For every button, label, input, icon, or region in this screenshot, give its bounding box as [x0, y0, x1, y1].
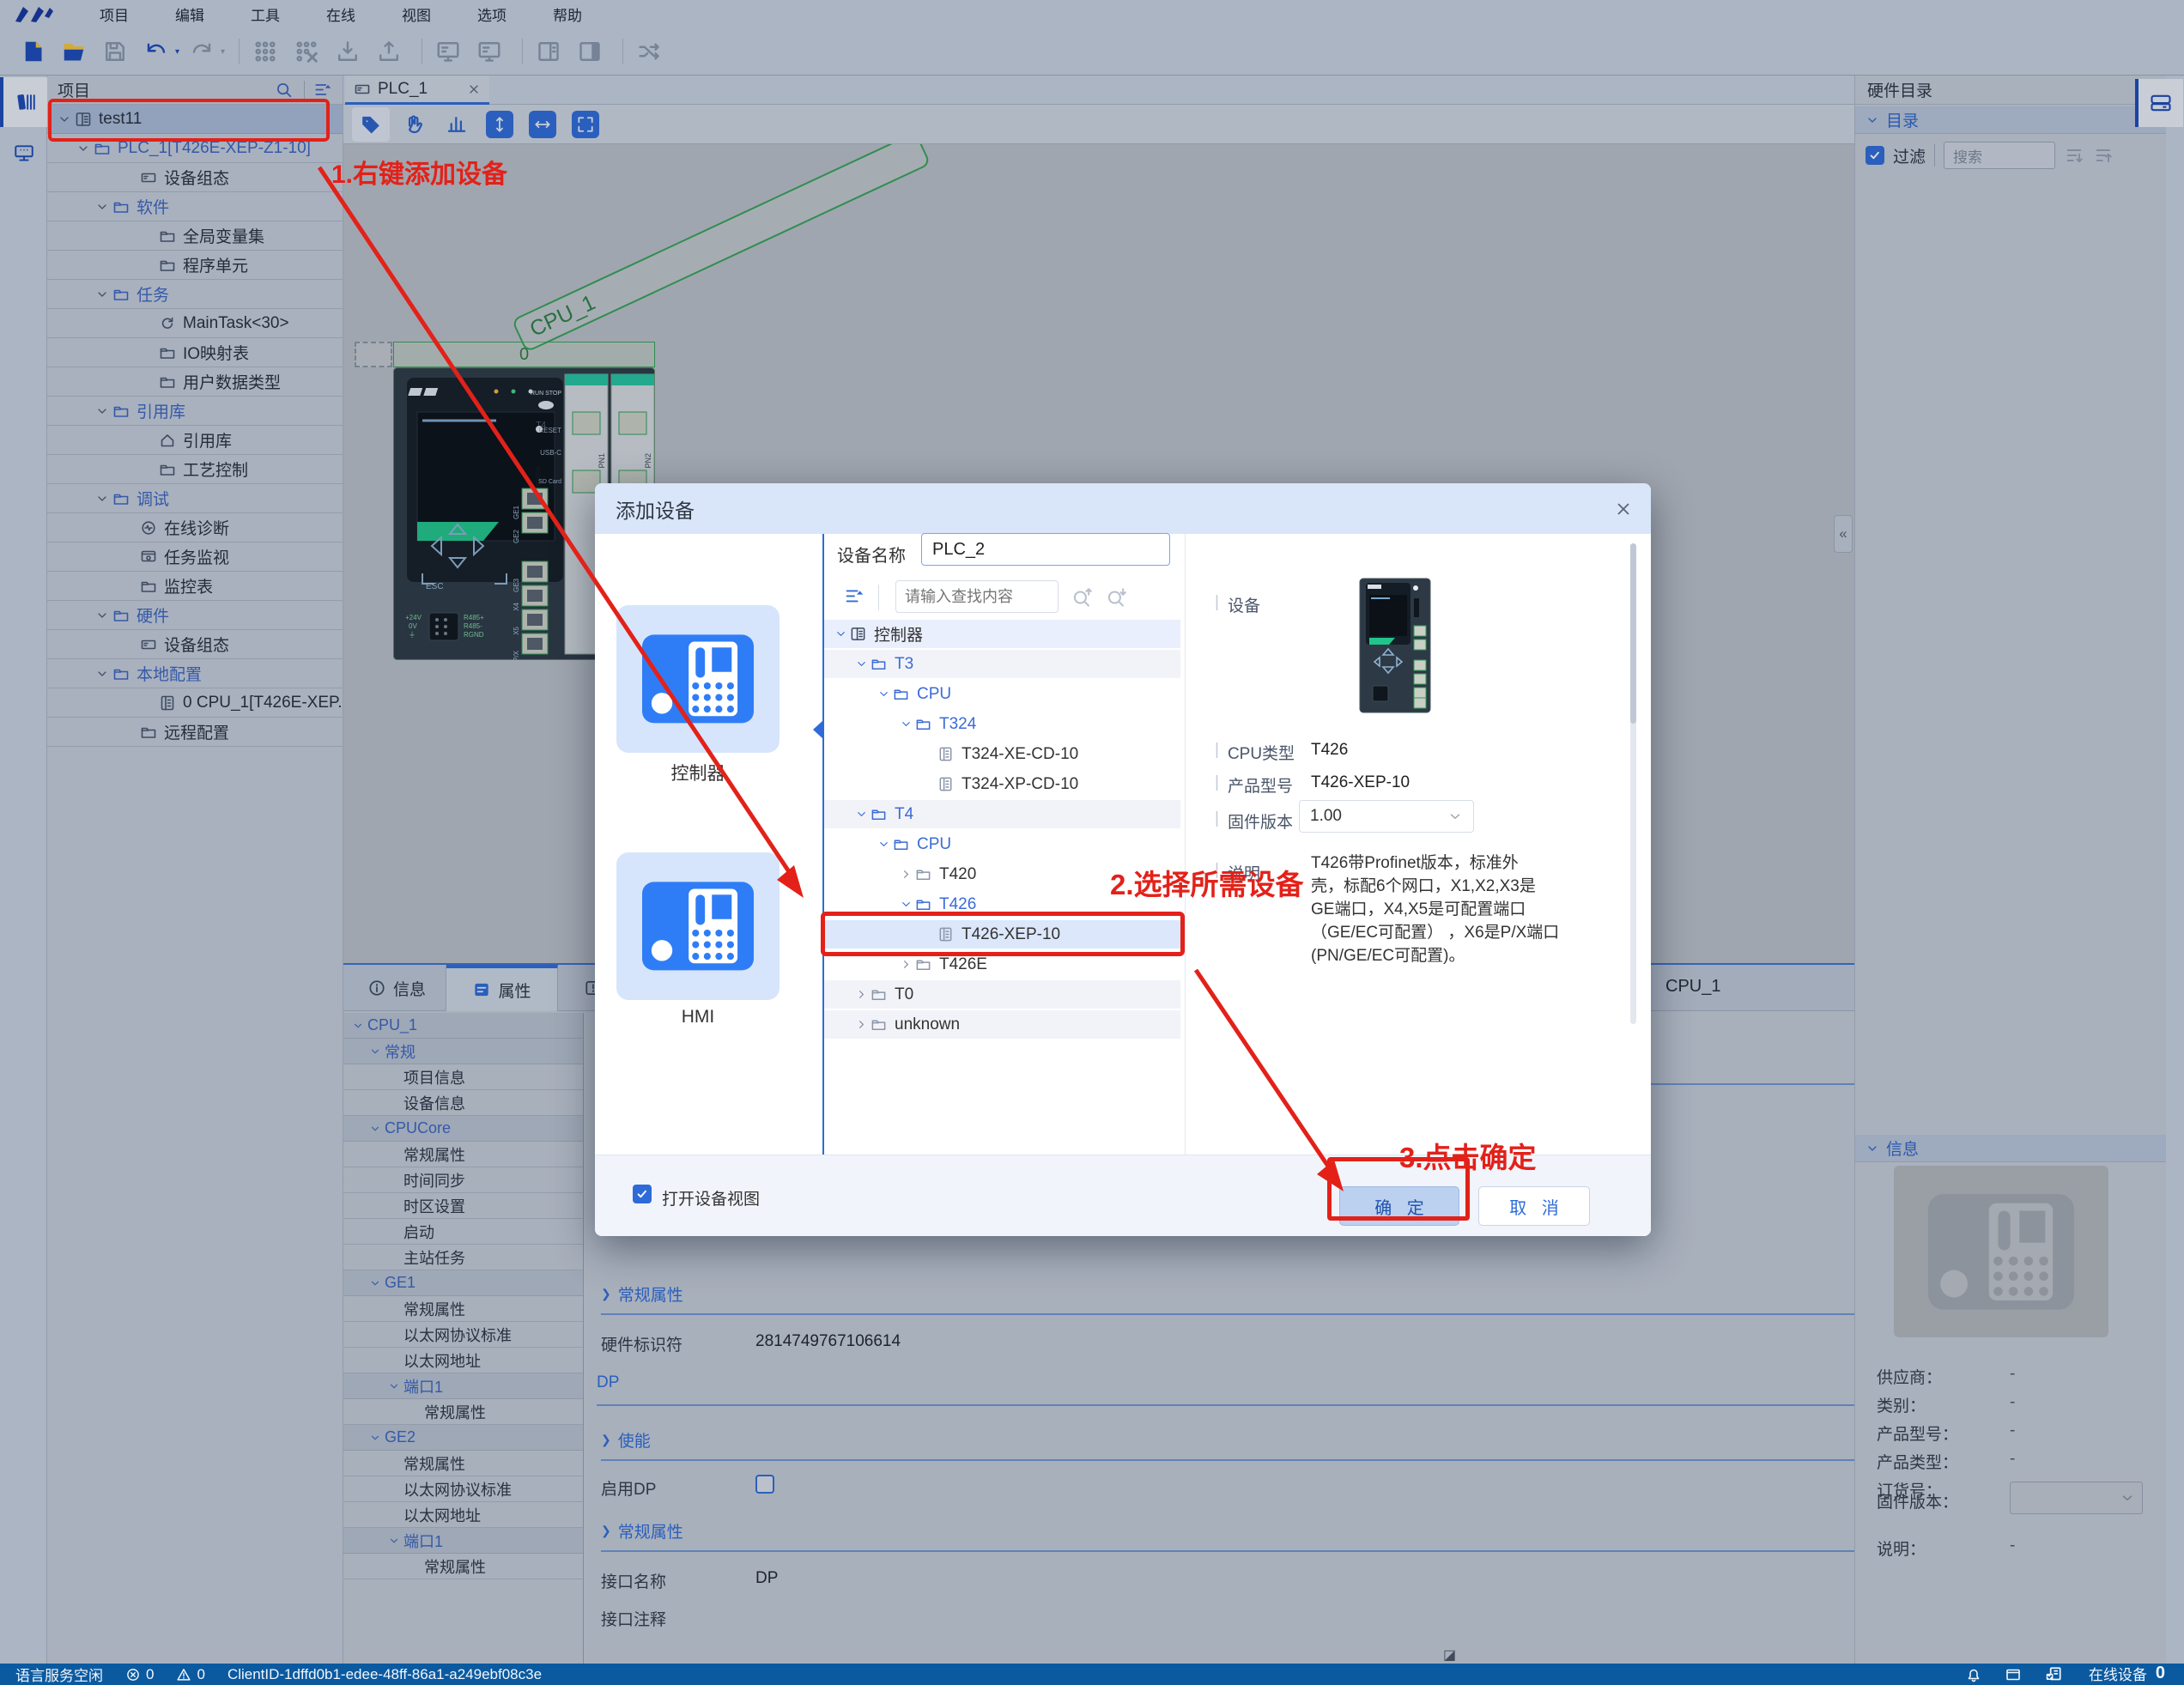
search-up-icon[interactable] — [1071, 586, 1094, 609]
folder-icon — [916, 870, 931, 880]
device-preview-image — [1359, 578, 1431, 713]
language-service-status: 语言服务空闲 — [15, 1668, 103, 1684]
device-description: T426带Profinet版本，标准外 壳，标配6个网口，X1,X2,X3是 GE端… — [1311, 854, 1560, 965]
dialog-footer: 打开设备视图 确 定 取 消 — [595, 1155, 1651, 1236]
errors-icon — [125, 1667, 141, 1682]
online-devices-label: 在线设备 — [2088, 1666, 2147, 1683]
device-icon — [939, 927, 952, 942]
caret-icon[interactable] — [877, 688, 890, 700]
desc-label: 说明 — [1227, 865, 1260, 883]
warnings-count: 0 — [197, 1665, 205, 1682]
close-dialog-icon[interactable] — [1614, 500, 1633, 518]
app-window: 项目 编辑 工具 在线 视图 选项 帮助 ▾ ▾ 项目 test11 PLC_1[T426E-X… — [0, 0, 2184, 1685]
dialog-scrollbar[interactable] — [1630, 543, 1636, 1024]
cpu-type-value: T426 — [1311, 741, 1349, 759]
catalog-item-T420[interactable]: T420 — [824, 860, 1180, 888]
open-device-view-checkbox[interactable] — [633, 1185, 652, 1203]
online-devices-icon[interactable] — [2044, 1665, 2063, 1684]
status-bar: 语言服务空闲 0 0 ClientID-1dffd0b1-edee-48ff-8… — [0, 1664, 2184, 1685]
firmware-version-select[interactable]: 1.00 — [1299, 800, 1474, 833]
search-down-icon[interactable] — [1106, 586, 1128, 609]
caret-icon[interactable] — [855, 808, 868, 821]
sort-icon[interactable] — [844, 586, 864, 607]
folder-icon — [916, 900, 931, 910]
folder-icon — [916, 960, 931, 970]
plc-icon — [851, 627, 865, 640]
device-icon — [939, 747, 952, 761]
folder-icon — [894, 839, 908, 850]
ok-button[interactable]: 确 定 — [1339, 1186, 1459, 1226]
device-check-icon[interactable] — [2044, 1665, 2063, 1684]
notifications-icon[interactable] — [1965, 1666, 1982, 1683]
catalog-item-控制器[interactable]: 控制器 — [824, 620, 1180, 648]
caret-icon[interactable] — [855, 1018, 868, 1031]
caret-icon[interactable] — [855, 988, 868, 1001]
cpu-type-label: CPU类型 — [1227, 745, 1295, 763]
warning-icon — [177, 1668, 191, 1681]
folder-icon — [871, 1020, 886, 1030]
folder-icon — [871, 659, 886, 670]
online-devices-count: 0 — [2155, 1663, 2165, 1682]
folder-icon — [916, 719, 931, 730]
client-id: ClientID-1dffd0b1-edee-48ff-86a1-a249ebf… — [227, 1665, 543, 1682]
caret-icon[interactable] — [900, 958, 913, 971]
dialog-search-input[interactable] — [895, 580, 1059, 613]
warnings-icon — [176, 1667, 191, 1682]
device-catalog-tree: 控制器 T3 CPU T324 T324-XE-CD-10 T324-XP-CD-10 T4… — [824, 620, 1180, 1042]
online-devices[interactable]: 在线设备 0 — [2084, 1663, 2169, 1685]
error-icon — [127, 1668, 139, 1681]
folder-icon — [871, 990, 886, 1000]
catalog-item-T324-XP-CD-10[interactable]: T324-XP-CD-10 — [824, 770, 1180, 798]
caret-icon[interactable] — [900, 718, 913, 730]
errors-count: 0 — [146, 1665, 155, 1682]
caret-icon[interactable] — [900, 898, 913, 911]
search-down-icon[interactable] — [1106, 586, 1128, 609]
catalog-item-T324-XE-CD-10[interactable]: T324-XE-CD-10 — [824, 740, 1180, 768]
catalog-item-unknown[interactable]: unknown — [824, 1010, 1180, 1039]
category-hmi-label: HMI — [681, 1007, 715, 1027]
bell-icon[interactable] — [1965, 1666, 1982, 1683]
catalog-item-T324[interactable]: T324 — [824, 710, 1180, 738]
caret-icon[interactable] — [877, 838, 890, 851]
catalog-item-T0[interactable]: T0 — [824, 980, 1180, 1009]
window-icon[interactable] — [2005, 1666, 2022, 1683]
search-up-icon[interactable] — [1071, 586, 1094, 609]
caret-icon[interactable] — [855, 658, 868, 670]
catalog-item-T426-XEP-10[interactable]: T426-XEP-10 — [824, 920, 1180, 949]
caret-icon[interactable] — [900, 868, 913, 881]
dialog-title: 添加设备 — [595, 483, 1651, 534]
chevron-down-icon — [1450, 814, 1460, 819]
category-controller[interactable] — [616, 605, 780, 753]
folder-icon — [871, 809, 886, 820]
close-dialog-icon[interactable] — [1611, 497, 1635, 521]
catalog-item-T3[interactable]: T3 — [824, 650, 1180, 678]
folder-icon — [894, 689, 908, 700]
category-controller-label: 控制器 — [670, 764, 725, 784]
catalog-item-CPU[interactable]: CPU — [824, 830, 1180, 858]
device-section-label: | 设备 — [1215, 593, 1260, 615]
caret-icon[interactable] — [834, 627, 847, 640]
cancel-button[interactable]: 取 消 — [1478, 1186, 1590, 1226]
device-name-input[interactable] — [921, 533, 1170, 566]
firmware-label: 固件版本 — [1227, 814, 1293, 832]
sort-icon[interactable] — [844, 586, 864, 607]
catalog-item-CPU[interactable]: CPU — [824, 680, 1180, 708]
catalog-item-T426E[interactable]: T426E — [824, 950, 1180, 979]
device-name-label: 设备名称 — [837, 547, 906, 566]
catalog-item-T426[interactable]: T426 — [824, 890, 1180, 918]
catalog-item-T4[interactable]: T4 — [824, 800, 1180, 828]
check-icon — [637, 1190, 646, 1198]
device-icon — [939, 777, 952, 791]
category-hmi[interactable] — [616, 852, 780, 1000]
model-value: T426-XEP-10 — [1311, 773, 1410, 791]
add-device-dialog: 添加设备 控制器 HMI 设备名称 控制器T3CPUT324T324-XE-CD… — [595, 483, 1651, 1236]
open-device-view-label: 打开设备视图 — [662, 1191, 761, 1209]
model-label: 产品型号 — [1227, 778, 1293, 796]
window-icon[interactable] — [2005, 1666, 2022, 1683]
